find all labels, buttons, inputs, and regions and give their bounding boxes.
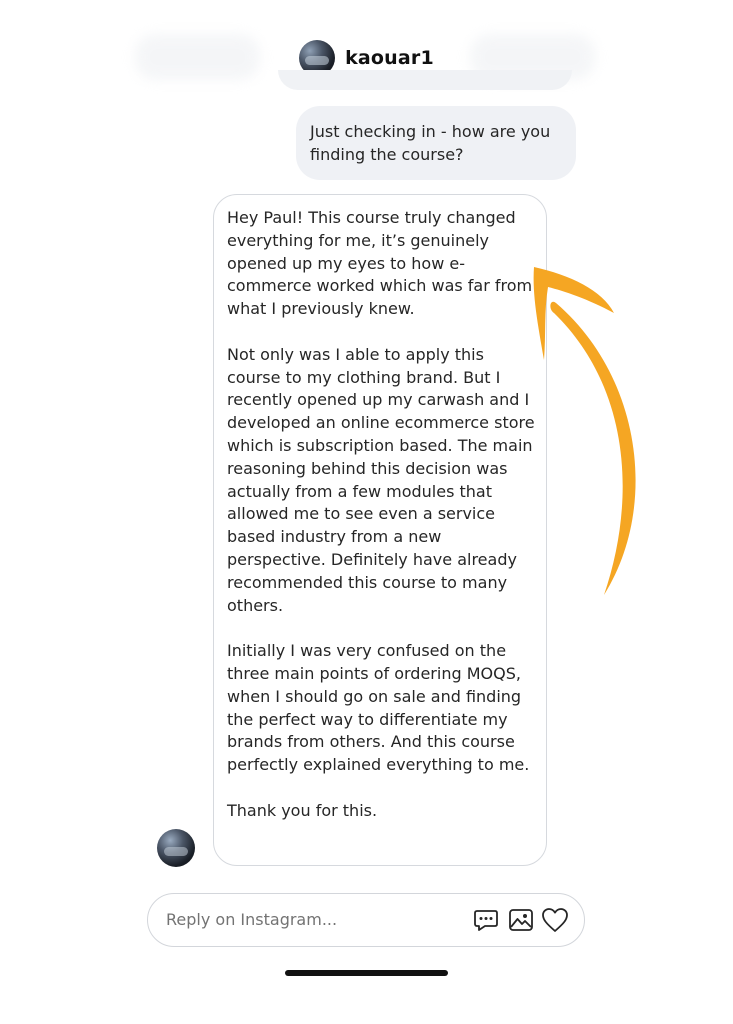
incoming-paragraph-1: Hey Paul! This course truly changed ever…: [227, 208, 533, 319]
previous-message-edge: [278, 70, 572, 90]
incoming-paragraph-4: Thank you for this.: [227, 800, 378, 820]
incoming-message-bubble[interactable]: Hey Paul! This course truly changed ever…: [213, 194, 547, 866]
sender-avatar[interactable]: [157, 829, 195, 867]
header-username[interactable]: kaouar1: [345, 47, 434, 69]
outgoing-message-bubble[interactable]: Just checking in - how are you finding t…: [296, 106, 576, 180]
reply-bar[interactable]: [147, 893, 585, 947]
orange-arrow-annotation: [533, 267, 636, 595]
reply-input[interactable]: [166, 894, 466, 945]
image-icon[interactable]: [507, 906, 535, 934]
incoming-paragraph-3: Initially I was very confused on the thr…: [227, 641, 530, 775]
outgoing-message-text: Just checking in - how are you finding t…: [310, 122, 551, 164]
arrow-head: [533, 267, 614, 360]
incoming-paragraph-2: Not only was I able to apply this course…: [227, 344, 535, 615]
home-indicator: [285, 970, 448, 976]
arrow-shaft: [550, 301, 636, 595]
chat-bubble-icon[interactable]: [472, 906, 500, 934]
heart-icon[interactable]: [541, 906, 569, 934]
